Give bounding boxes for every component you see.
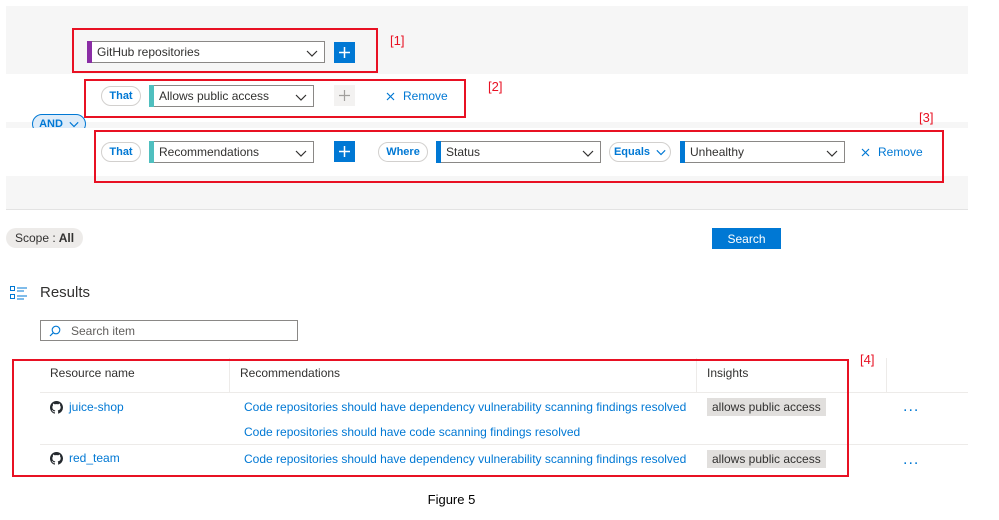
annotation-box-4 bbox=[12, 359, 849, 477]
annotation-box-1 bbox=[72, 28, 378, 73]
annotation-label-3: [3] bbox=[919, 110, 934, 125]
search-placeholder: Search item bbox=[71, 323, 136, 338]
annotation-label-1: [1] bbox=[390, 33, 405, 48]
scope-label: Scope : bbox=[15, 231, 56, 245]
figure-caption: Figure 5 bbox=[427, 492, 476, 507]
scope-value: All bbox=[58, 231, 75, 245]
list-icon bbox=[10, 286, 28, 303]
scope-pill[interactable]: Scope : All bbox=[6, 228, 84, 248]
column-divider bbox=[886, 358, 887, 392]
annotation-label-2: [2] bbox=[488, 79, 503, 94]
annotation-label-4: [4] bbox=[860, 352, 875, 367]
annotation-box-2 bbox=[84, 79, 466, 118]
results-title: Results bbox=[40, 284, 91, 301]
more-actions-button[interactable]: ... bbox=[903, 398, 919, 416]
search-input[interactable]: Search item bbox=[40, 320, 298, 341]
search-icon bbox=[49, 325, 61, 336]
search-button[interactable]: Search bbox=[712, 228, 781, 249]
annotation-box-3 bbox=[94, 130, 944, 183]
more-actions-button[interactable]: ... bbox=[903, 451, 919, 469]
